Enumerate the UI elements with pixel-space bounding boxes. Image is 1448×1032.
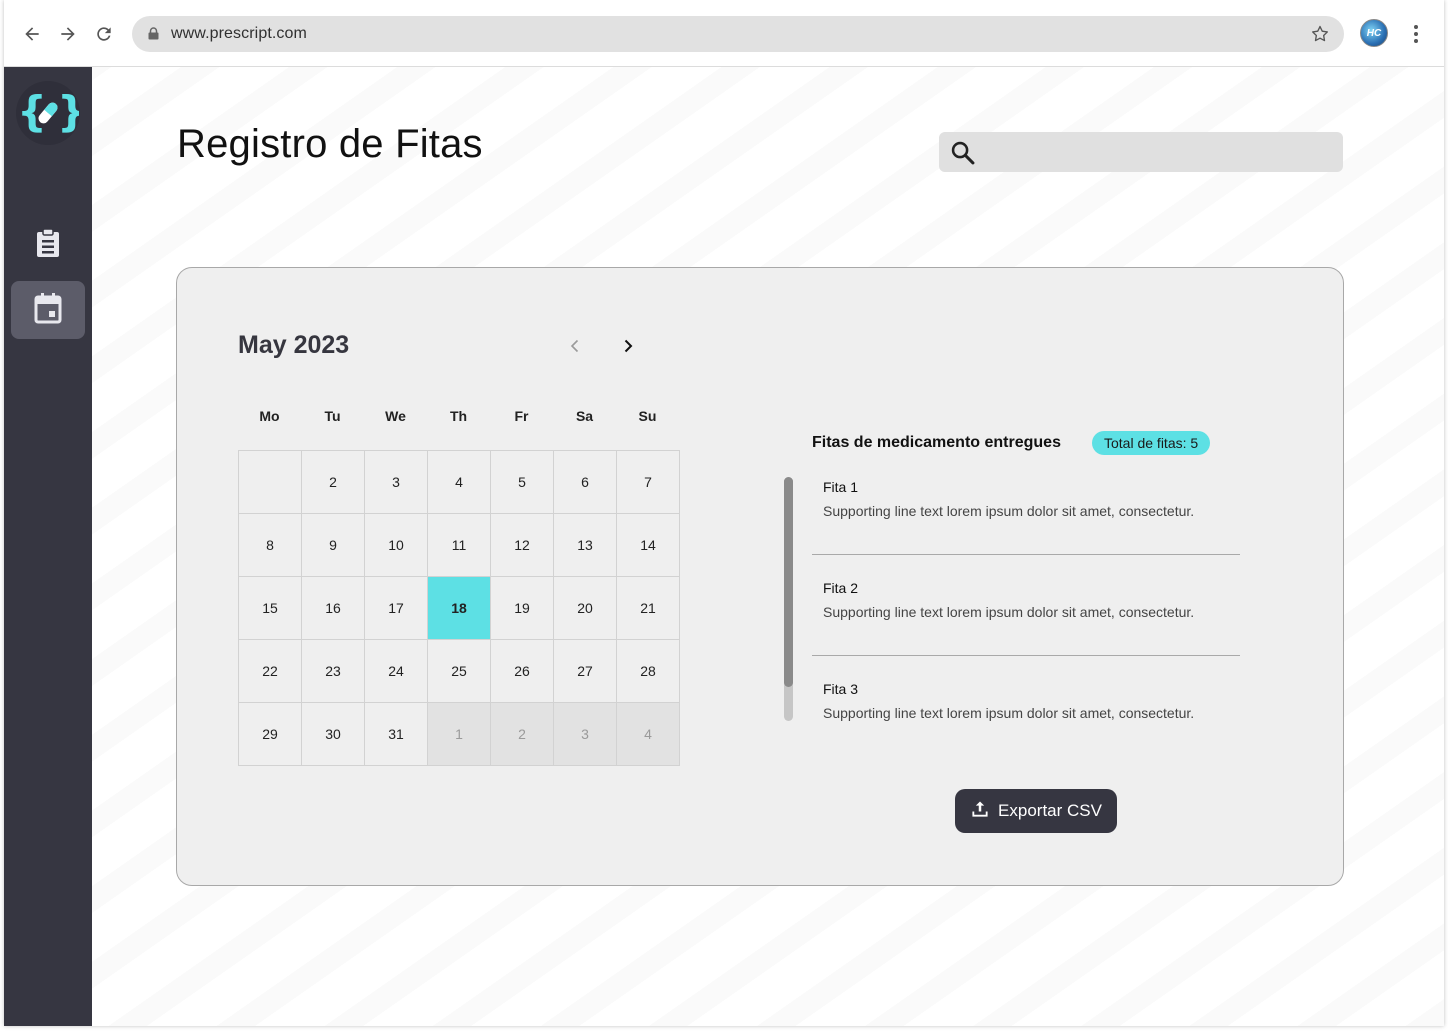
browser-window: www.prescript.com HC { } [4,0,1444,1026]
clipboard-list-icon [34,227,62,264]
calendar-day[interactable]: 20 [554,577,617,640]
list-scrollbar[interactable] [784,477,793,721]
calendar-day[interactable]: 24 [365,640,428,703]
calendar-day[interactable]: 30 [302,703,365,766]
calendar-day[interactable]: 6 [554,451,617,514]
previous-month-chevron-icon[interactable] [563,334,587,358]
app-logo[interactable]: { } [16,81,80,145]
list-item[interactable]: Fita 3 Supporting line text lorem ipsum d… [812,679,1240,780]
calendar-day[interactable]: 23 [302,640,365,703]
calendar-icon [33,292,63,329]
profile-avatar[interactable]: HC [1360,19,1388,47]
calendar-day[interactable]: 25 [428,640,491,703]
calendar-next-month-day[interactable]: 1 [428,703,491,766]
weekday-label: Su [638,408,657,424]
list-item-description: Supporting line text lorem ipsum dolor s… [823,604,1195,620]
calendar-day[interactable]: 7 [617,451,680,514]
calendar-day[interactable]: 5 [491,451,554,514]
calendar-day[interactable]: 28 [617,640,680,703]
list-item-title: Fita 3 [823,681,859,697]
calendar-day[interactable]: 26 [491,640,554,703]
upload-icon [970,799,990,824]
url-text[interactable]: www.prescript.com [171,25,307,43]
list-item[interactable]: Fita 2 Supporting line text lorem ipsum d… [812,578,1240,679]
calendar-day[interactable]: 8 [239,514,302,577]
list-divider [812,554,1240,555]
calendar-day[interactable]: 22 [239,640,302,703]
calendar-weekday-header: Mo Tu We Th Fr Sa Su [238,408,680,424]
forward-arrow-icon[interactable] [56,22,80,46]
export-csv-button[interactable]: Exportar CSV [955,789,1117,833]
calendar-day[interactable]: 2 [302,451,365,514]
calendar-day[interactable]: 13 [554,514,617,577]
delivered-list: Fita 1 Supporting line text lorem ipsum d… [812,477,1240,780]
calendar-day[interactable]: 16 [302,577,365,640]
calendar-day[interactable]: 4 [428,451,491,514]
calendar-day[interactable]: 10 [365,514,428,577]
main-content: Registro de Fitas May 2023 Mo Tu We Th Fr Sa S… [92,67,1444,1026]
total-count-badge: Total de fitas: 5 [1092,431,1211,455]
export-csv-label: Exportar CSV [998,801,1102,820]
list-item-title: Fita 2 [823,580,859,596]
bookmark-star-icon[interactable] [1310,24,1330,49]
calendar-day[interactable]: 17 [365,577,428,640]
calendar-day[interactable]: 9 [302,514,365,577]
svg-text:}: } [57,88,79,136]
calendar-day[interactable]: 3 [365,451,428,514]
calendar-month-label: May 2023 [238,331,350,359]
list-item-title: Fita 1 [823,479,859,495]
calendar-day[interactable]: 27 [554,640,617,703]
calendar-day[interactable]: 12 [491,514,554,577]
calendar-day[interactable]: 31 [365,703,428,766]
calendar-next-month-day[interactable]: 2 [491,703,554,766]
calendar-empty-cell [239,451,302,514]
weekday-label: Fr [514,408,529,424]
search-bar[interactable] [939,132,1343,172]
next-month-chevron-icon[interactable] [616,334,640,358]
calendar-day[interactable]: 14 [617,514,680,577]
calendar-grid: 2 3 4 5 6 7 8 9 10 11 12 13 14 15 16 17 18 19 20 21 22 23 24 25… [238,450,680,766]
sidebar-item-records[interactable] [11,216,85,274]
profile-initials: HC [1366,27,1382,39]
weekday-label: Sa [575,408,594,424]
weekday-label: Th [449,408,468,424]
list-divider [812,655,1240,656]
page-title: Registro de Fitas [177,122,483,166]
calendar-day[interactable]: 19 [491,577,554,640]
calendar-day[interactable]: 11 [428,514,491,577]
list-item-description: Supporting line text lorem ipsum dolor s… [823,705,1195,721]
weekday-label: We [385,408,406,424]
calendar-day[interactable]: 21 [617,577,680,640]
reload-icon[interactable] [92,22,116,46]
calendar-next-month-day[interactable]: 4 [617,703,680,766]
list-item-description: Supporting line text lorem ipsum dolor s… [823,503,1195,519]
back-arrow-icon[interactable] [20,22,44,46]
calendar-day[interactable]: 15 [239,577,302,640]
weekday-label: Tu [324,408,341,424]
sidebar-item-calendar[interactable] [11,281,85,339]
records-card: May 2023 Mo Tu We Th Fr Sa Su 2 3 4 5 6 7 8 9 10 11 12 13… [176,267,1344,886]
calendar-day-selected[interactable]: 18 [428,577,491,640]
browser-toolbar: www.prescript.com HC [4,0,1444,67]
calendar-next-month-day[interactable]: 3 [554,703,617,766]
sidebar: { } [4,67,92,1026]
lock-icon [148,27,159,45]
address-bar[interactable]: www.prescript.com [132,16,1344,52]
delivered-list-title: Fitas de medicamento entregues [812,434,1061,451]
list-item[interactable]: Fita 1 Supporting line text lorem ipsum d… [812,477,1240,578]
list-scrollbar-thumb[interactable] [784,477,793,687]
weekday-label: Mo [259,408,280,424]
search-icon[interactable] [949,139,977,172]
browser-menu-icon[interactable] [1408,22,1424,46]
calendar-day[interactable]: 29 [239,703,302,766]
